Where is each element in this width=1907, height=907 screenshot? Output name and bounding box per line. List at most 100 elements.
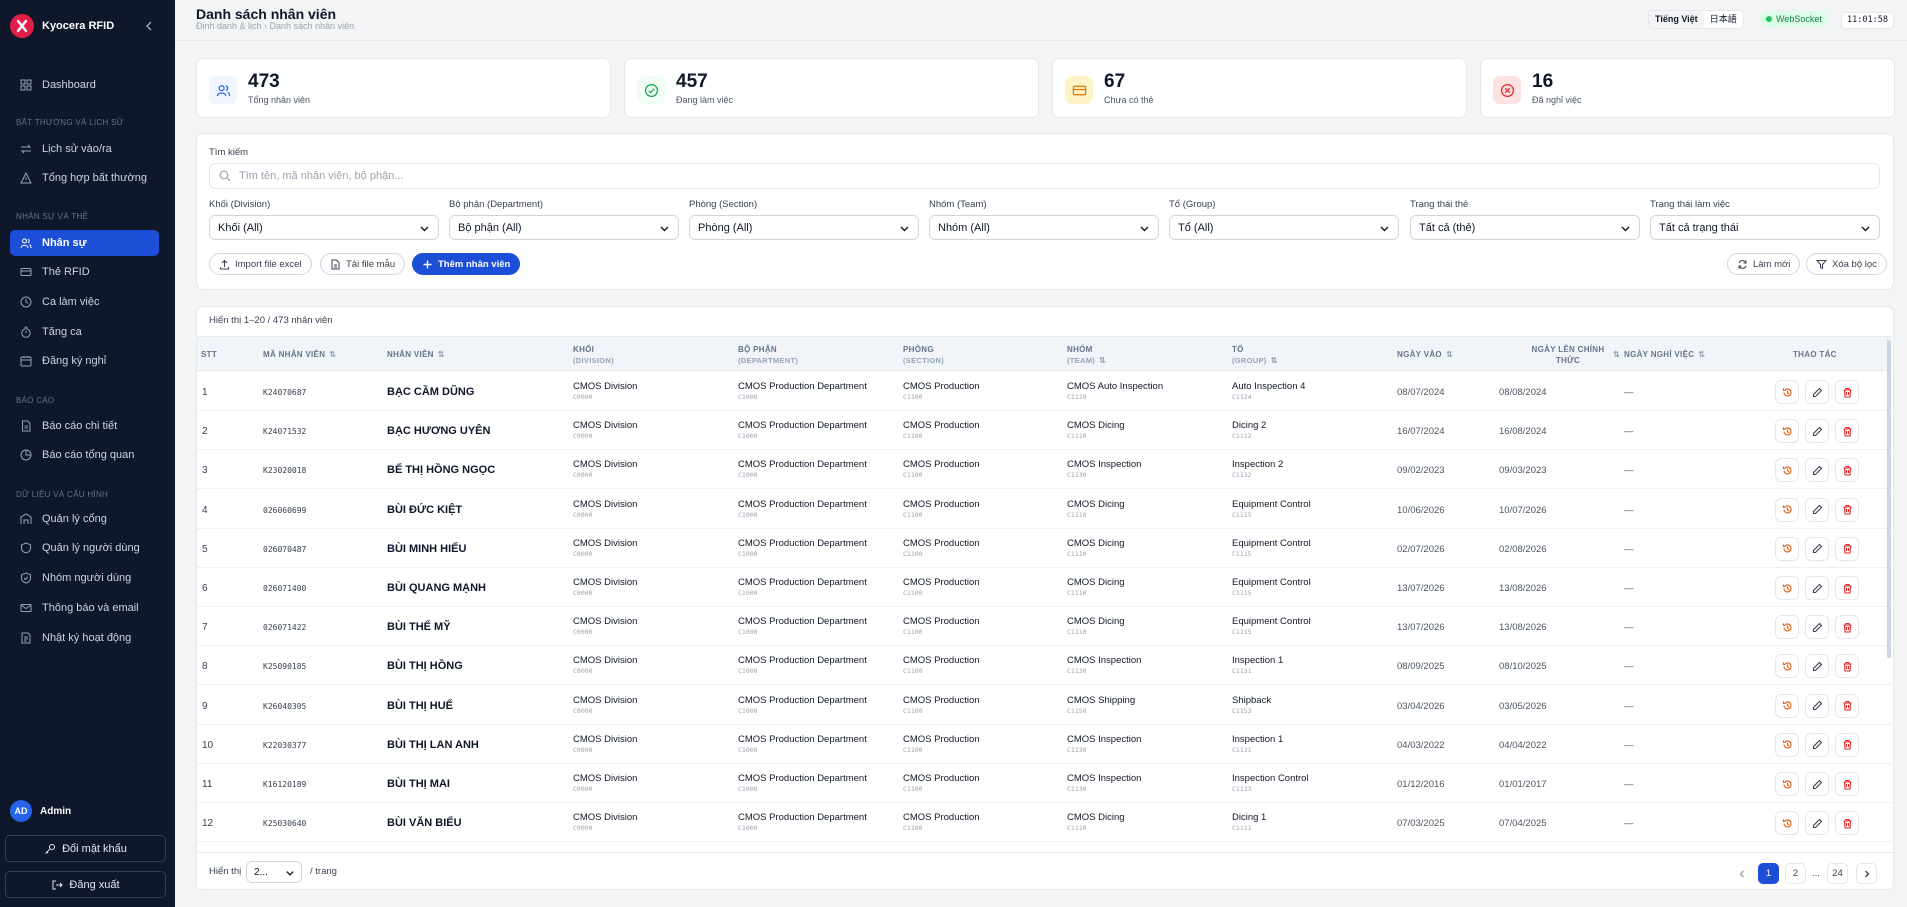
sidebar-item-overtime[interactable]: Tăng ca: [10, 319, 159, 345]
col-header-quit-date[interactable]: Ngày nghỉ việc ⇅: [1624, 349, 1705, 360]
edit-button[interactable]: [1805, 497, 1829, 522]
sidebar-item-anomalies[interactable]: Tổng hợp bất thường: [10, 165, 159, 191]
edit-button[interactable]: [1805, 615, 1829, 640]
page-size-select[interactable]: 2...: [246, 861, 302, 883]
card-status-select[interactable]: Tất cả (thẻ): [1410, 215, 1640, 240]
delete-button[interactable]: [1835, 380, 1859, 404]
delete-button[interactable]: [1835, 811, 1859, 836]
add-employee-button[interactable]: Thêm nhân viên: [412, 253, 521, 275]
import-excel-button[interactable]: Import file excel: [209, 253, 312, 275]
edit-button[interactable]: [1805, 576, 1829, 600]
table-row[interactable]: 12 K25030640 BÙI VĂN BIẾU CMOS Division C000…: [197, 803, 1892, 843]
employee-name[interactable]: BÙI ĐỨC KIỆT: [387, 504, 462, 516]
edit-button[interactable]: [1805, 380, 1829, 404]
history-button[interactable]: [1775, 654, 1799, 679]
sidebar-item-user-groups[interactable]: Nhóm người dùng: [10, 565, 159, 591]
col-header-official-date[interactable]: Ngày lên chính thức: [1513, 344, 1623, 366]
page-button-24[interactable]: 24: [1827, 863, 1848, 884]
employee-name[interactable]: BẠC HƯƠNG UYÊN: [387, 425, 490, 437]
work-status-select[interactable]: Tất cả trạng thái: [1650, 215, 1880, 240]
delete-button[interactable]: [1835, 654, 1859, 679]
page-button-1[interactable]: 1: [1758, 863, 1779, 884]
table-row[interactable]: 1 K24070687 BẠC CẦM DŨNG CMOS Division C0000…: [197, 372, 1892, 411]
logout-button[interactable]: Đăng xuất: [5, 871, 166, 898]
sidebar-item-shifts[interactable]: Ca làm việc: [10, 289, 159, 315]
employee-name[interactable]: BÙI THỊ HỒNG: [387, 660, 463, 672]
delete-button[interactable]: [1835, 772, 1859, 796]
department-select[interactable]: Bộ phận (All): [449, 215, 679, 240]
edit-button[interactable]: [1805, 772, 1829, 796]
edit-button[interactable]: [1805, 458, 1829, 483]
sidebar-item-access-history[interactable]: Lịch sử vào/ra: [10, 136, 159, 162]
col-header-start-date[interactable]: Ngày vào ⇅: [1397, 349, 1453, 360]
delete-button[interactable]: [1835, 497, 1859, 522]
col-header-group[interactable]: Tổ (Group) ⇅: [1232, 344, 1278, 366]
division-select[interactable]: Khối (All): [209, 215, 439, 240]
table-row[interactable]: 11 K16120189 BÙI THỊ MAI CMOS Division C0000…: [197, 764, 1892, 803]
history-button[interactable]: [1775, 732, 1799, 757]
table-row[interactable]: 7 026071422 BÙI THẾ MỸ CMOS Division C0000 CM…: [197, 607, 1892, 647]
table-row[interactable]: 3 K23020018 BẾ THỊ HỒNG NGỌC CMOS Division C…: [197, 450, 1892, 490]
change-password-button[interactable]: Đổi mật khẩu: [5, 835, 166, 862]
history-button[interactable]: [1775, 419, 1799, 444]
collapse-sidebar-icon[interactable]: [141, 18, 157, 34]
download-template-button[interactable]: Tải file mẫu: [320, 253, 406, 275]
search-input[interactable]: [239, 170, 1839, 182]
history-button[interactable]: [1775, 458, 1799, 483]
edit-button[interactable]: [1805, 693, 1829, 718]
edit-button[interactable]: [1805, 811, 1829, 836]
employee-name[interactable]: BẠC CẦM DŨNG: [387, 386, 474, 398]
col-header-sort-official[interactable]: ⇅: [1609, 349, 1620, 360]
history-button[interactable]: [1775, 497, 1799, 522]
sidebar-item-notifications[interactable]: Thông báo và email: [10, 595, 159, 621]
sidebar-item-gates[interactable]: Quản lý cổng: [10, 506, 159, 532]
employee-name[interactable]: BÙI THẾ MỸ: [387, 621, 451, 633]
history-button[interactable]: [1775, 536, 1799, 561]
table-row[interactable]: 6 026071400 BÙI QUANG MẠNH CMOS Division C00…: [197, 568, 1892, 607]
sidebar-item-overview-report[interactable]: Báo cáo tổng quan: [10, 442, 159, 468]
sidebar-item-rfid-cards[interactable]: Thẻ RFID: [10, 259, 159, 285]
employee-name[interactable]: BẾ THỊ HỒNG NGỌC: [387, 464, 495, 476]
prev-page-button[interactable]: [1731, 863, 1752, 884]
clear-filters-button[interactable]: Xóa bộ lọc: [1806, 253, 1887, 275]
refresh-button[interactable]: Làm mới: [1727, 253, 1801, 275]
table-row[interactable]: 4 026060699 BÙI ĐỨC KIỆT CMOS Division C0000…: [197, 489, 1892, 529]
employee-name[interactable]: BÙI THỊ MAI: [387, 778, 450, 790]
delete-button[interactable]: [1835, 576, 1859, 600]
table-row[interactable]: 9 K26040305 BÙI THỊ HUẾ CMOS Division C0000 C…: [197, 685, 1892, 725]
sidebar-item-employees[interactable]: Nhân sự: [10, 230, 159, 256]
employee-name[interactable]: BÙI VĂN BIẾU: [387, 817, 462, 829]
edit-button[interactable]: [1805, 654, 1829, 679]
sidebar-item-leave[interactable]: Đăng ký nghỉ: [10, 348, 159, 374]
next-page-button[interactable]: [1856, 863, 1877, 884]
lang-vi-button[interactable]: Tiếng Việt: [1649, 11, 1704, 28]
sidebar-item-dashboard[interactable]: Dashboard: [10, 72, 159, 98]
sidebar-item-activity-log[interactable]: Nhật ký hoạt động: [10, 625, 159, 651]
team-select[interactable]: Nhóm (All): [929, 215, 1159, 240]
brand[interactable]: Kyocera RFID: [10, 14, 114, 38]
col-header-code[interactable]: Mã nhân viên ⇅: [263, 349, 336, 360]
sidebar-item-detail-report[interactable]: Báo cáo chi tiết: [10, 413, 159, 439]
delete-button[interactable]: [1835, 419, 1859, 444]
section-select[interactable]: Phòng (All): [689, 215, 919, 240]
table-row[interactable]: 10 K22030377 BÙI THỊ LAN ANH CMOS Division C…: [197, 724, 1892, 764]
table-row[interactable]: 8 K25090185 BÙI THỊ HỒNG CMOS Division C0000…: [197, 646, 1892, 686]
delete-button[interactable]: [1835, 536, 1859, 561]
group-select[interactable]: Tổ (All): [1169, 215, 1399, 240]
history-button[interactable]: [1775, 693, 1799, 718]
history-button[interactable]: [1775, 772, 1799, 796]
table-row[interactable]: 2 K24071532 BẠC HƯƠNG UYÊN CMOS Division C00…: [197, 411, 1892, 451]
edit-button[interactable]: [1805, 536, 1829, 561]
employee-name[interactable]: BÙI THỊ HUẾ: [387, 700, 453, 712]
table-scrollbar[interactable]: [1887, 340, 1891, 658]
delete-button[interactable]: [1835, 732, 1859, 757]
lang-ja-button[interactable]: 日本語: [1704, 11, 1743, 28]
history-button[interactable]: [1775, 615, 1799, 640]
employee-name[interactable]: BÙI MINH HIẾU: [387, 543, 466, 555]
delete-button[interactable]: [1835, 458, 1859, 483]
delete-button[interactable]: [1835, 693, 1859, 718]
table-row[interactable]: 5 026070487 BÙI MINH HIẾU CMOS Division C000…: [197, 528, 1892, 568]
history-button[interactable]: [1775, 380, 1799, 404]
edit-button[interactable]: [1805, 732, 1829, 757]
delete-button[interactable]: [1835, 615, 1859, 640]
